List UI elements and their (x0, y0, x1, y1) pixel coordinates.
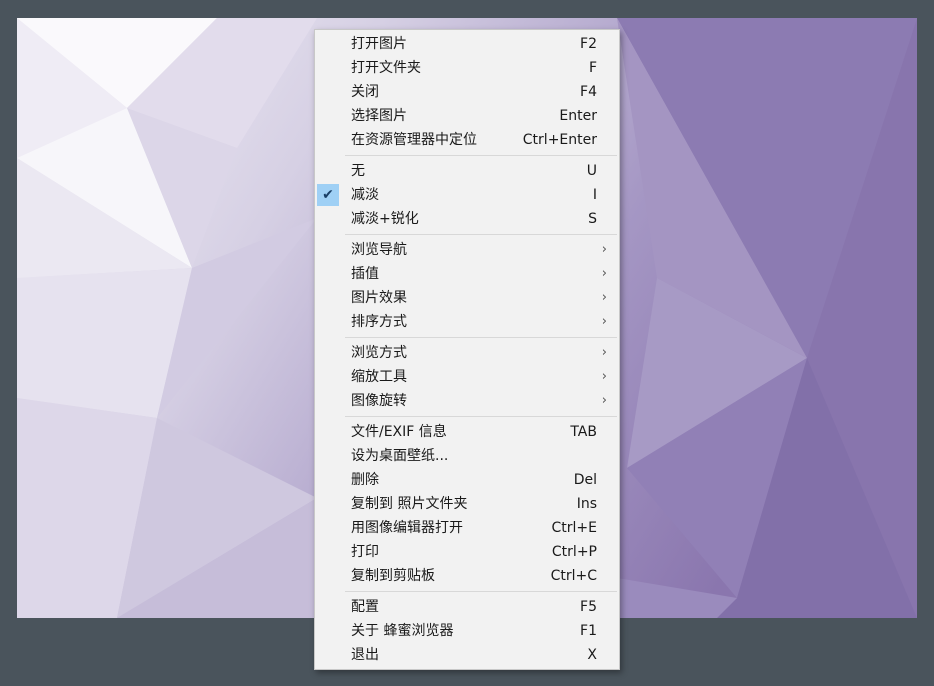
menu-separator (345, 416, 617, 417)
menu-separator (345, 155, 617, 156)
menu-item-label: 打开图片 (351, 36, 407, 52)
menu-item-shortcut: X (587, 647, 597, 663)
menu-item-label: 浏览导航 (351, 242, 407, 258)
menu-item-label: 文件/EXIF 信息 (351, 424, 447, 440)
menu-item[interactable]: 打印 Ctrl+P (315, 540, 619, 564)
menu-item[interactable]: 关于 蜂蜜浏览器 F1 (315, 619, 619, 643)
menu-separator (345, 234, 617, 235)
menu-separator (345, 591, 617, 592)
menu-item-label: 在资源管理器中定位 (351, 132, 477, 148)
menu-item-shortcut: Enter (559, 108, 597, 124)
menu-item-label: 打开文件夹 (351, 60, 421, 76)
menu-item-label: 插值 (351, 266, 379, 282)
menu-item-label: 图片效果 (351, 290, 407, 306)
menu-item[interactable]: 删除 Del (315, 468, 619, 492)
menu-item[interactable]: 打开文件夹 F (315, 56, 619, 80)
menu-item-label: 关于 蜂蜜浏览器 (351, 623, 454, 639)
menu-item-label: 删除 (351, 472, 379, 488)
chevron-right-icon: › (601, 290, 607, 305)
menu-item-label: 浏览方式 (351, 345, 407, 361)
menu-item[interactable]: 文件/EXIF 信息 TAB (315, 420, 619, 444)
menu-item[interactable]: 浏览导航 › (315, 238, 619, 262)
menu-item-label: 减淡+锐化 (351, 211, 419, 227)
menu-item[interactable]: 选择图片 Enter (315, 104, 619, 128)
menu-item-shortcut: U (586, 163, 597, 179)
menu-item-label: 缩放工具 (351, 369, 407, 385)
menu-item-label: 图像旋转 (351, 393, 407, 409)
menu-item-label: 复制到剪贴板 (351, 568, 435, 584)
menu-item[interactable]: 插值 › (315, 262, 619, 286)
menu-item[interactable]: 图片效果 › (315, 286, 619, 310)
menu-item-shortcut: Ctrl+E (551, 520, 598, 536)
menu-item-label: 设为桌面壁纸... (351, 448, 449, 464)
menu-item[interactable]: ✔ 减淡 I (315, 183, 619, 207)
menu-item[interactable]: 打开图片 F2 (315, 32, 619, 56)
menu-item-shortcut: Ctrl+P (551, 544, 597, 560)
menu-item[interactable]: 图像旋转 › (315, 389, 619, 413)
menu-item-label: 无 (351, 163, 365, 179)
chevron-right-icon: › (601, 345, 607, 360)
menu-item-shortcut: F4 (580, 84, 597, 100)
menu-item-shortcut: F5 (580, 599, 597, 615)
menu-item[interactable]: 配置 F5 (315, 595, 619, 619)
menu-item[interactable]: 在资源管理器中定位 Ctrl+Enter (315, 128, 619, 152)
chevron-right-icon: › (601, 266, 607, 281)
menu-item[interactable]: 缩放工具 › (315, 365, 619, 389)
menu-item-label: 选择图片 (351, 108, 407, 124)
chevron-right-icon: › (601, 314, 607, 329)
menu-item-shortcut: Ctrl+C (550, 568, 597, 584)
menu-item[interactable]: 减淡+锐化 S (315, 207, 619, 231)
menu-item-label: 减淡 (351, 187, 379, 203)
menu-item-shortcut: TAB (570, 424, 597, 440)
menu-item-label: 打印 (351, 544, 379, 560)
menu-item-label: 退出 (351, 647, 379, 663)
menu-item-shortcut: Ctrl+Enter (522, 132, 597, 148)
chevron-right-icon: › (601, 242, 607, 257)
menu-item[interactable]: 设为桌面壁纸... (315, 444, 619, 468)
menu-separator (345, 337, 617, 338)
menu-item-label: 排序方式 (351, 314, 407, 330)
chevron-right-icon: › (601, 369, 607, 384)
menu-item-shortcut: F1 (580, 623, 597, 639)
menu-item[interactable]: 关闭 F4 (315, 80, 619, 104)
chevron-right-icon: › (601, 393, 607, 408)
menu-item[interactable]: 无U (315, 159, 619, 183)
menu-item-shortcut: F (588, 60, 597, 76)
menu-item-label: 关闭 (351, 84, 379, 100)
menu-item-shortcut: Ins (576, 496, 597, 512)
menu-item-shortcut: F2 (580, 36, 597, 52)
context-menu: 打开图片 F2 打开文件夹 F 关闭 F4 选择图片 Enter 在资源管理器中定位 Ctrl+E… (314, 29, 620, 670)
checkmark-icon: ✔ (317, 184, 339, 206)
menu-item[interactable]: 复制到剪贴板 Ctrl+C (315, 564, 619, 588)
menu-item[interactable]: 浏览方式 › (315, 341, 619, 365)
menu-item[interactable]: 排序方式 › (315, 310, 619, 334)
menu-item[interactable]: 用图像编辑器打开 Ctrl+E (315, 516, 619, 540)
menu-item-label: 配置 (351, 599, 379, 615)
menu-item[interactable]: 复制到 照片文件夹 Ins (315, 492, 619, 516)
menu-item-label: 复制到 照片文件夹 (351, 496, 468, 512)
menu-item-label: 用图像编辑器打开 (351, 520, 463, 536)
menu-item[interactable]: 退出 X (315, 643, 619, 667)
menu-item-shortcut: I (592, 187, 597, 203)
menu-item-shortcut: S (588, 211, 597, 227)
menu-item-shortcut: Del (573, 472, 597, 488)
